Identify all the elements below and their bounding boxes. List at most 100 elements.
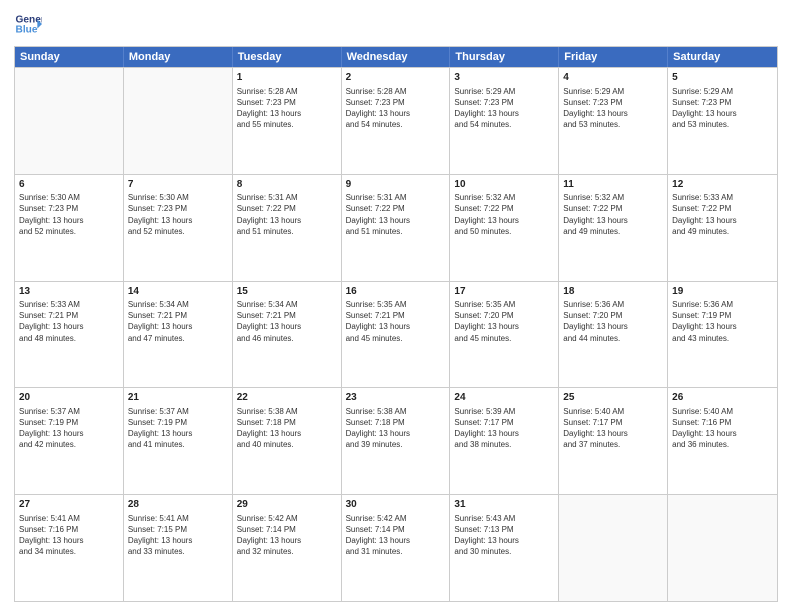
calendar-cell: 25Sunrise: 5:40 AM Sunset: 7:17 PM Dayli… — [559, 388, 668, 494]
day-detail: Sunrise: 5:29 AM Sunset: 7:23 PM Dayligh… — [672, 86, 773, 131]
day-detail: Sunrise: 5:28 AM Sunset: 7:23 PM Dayligh… — [346, 86, 446, 131]
calendar-cell: 2Sunrise: 5:28 AM Sunset: 7:23 PM Daylig… — [342, 68, 451, 174]
day-detail: Sunrise: 5:38 AM Sunset: 7:18 PM Dayligh… — [346, 406, 446, 451]
calendar-cell: 21Sunrise: 5:37 AM Sunset: 7:19 PM Dayli… — [124, 388, 233, 494]
calendar-row-3: 20Sunrise: 5:37 AM Sunset: 7:19 PM Dayli… — [15, 387, 777, 494]
day-number: 4 — [563, 71, 663, 85]
calendar-cell: 14Sunrise: 5:34 AM Sunset: 7:21 PM Dayli… — [124, 282, 233, 388]
calendar-cell: 16Sunrise: 5:35 AM Sunset: 7:21 PM Dayli… — [342, 282, 451, 388]
day-detail: Sunrise: 5:37 AM Sunset: 7:19 PM Dayligh… — [128, 406, 228, 451]
day-header-saturday: Saturday — [668, 47, 777, 67]
day-detail: Sunrise: 5:32 AM Sunset: 7:22 PM Dayligh… — [454, 192, 554, 237]
day-number: 1 — [237, 71, 337, 85]
day-number: 22 — [237, 391, 337, 405]
day-number: 17 — [454, 285, 554, 299]
day-detail: Sunrise: 5:38 AM Sunset: 7:18 PM Dayligh… — [237, 406, 337, 451]
calendar-cell: 6Sunrise: 5:30 AM Sunset: 7:23 PM Daylig… — [15, 175, 124, 281]
day-number: 13 — [19, 285, 119, 299]
calendar-cell: 9Sunrise: 5:31 AM Sunset: 7:22 PM Daylig… — [342, 175, 451, 281]
calendar-cell — [559, 495, 668, 601]
day-detail: Sunrise: 5:37 AM Sunset: 7:19 PM Dayligh… — [19, 406, 119, 451]
day-detail: Sunrise: 5:28 AM Sunset: 7:23 PM Dayligh… — [237, 86, 337, 131]
calendar-row-4: 27Sunrise: 5:41 AM Sunset: 7:16 PM Dayli… — [15, 494, 777, 601]
calendar-cell: 3Sunrise: 5:29 AM Sunset: 7:23 PM Daylig… — [450, 68, 559, 174]
day-number: 10 — [454, 178, 554, 192]
day-detail: Sunrise: 5:35 AM Sunset: 7:20 PM Dayligh… — [454, 299, 554, 344]
day-number: 25 — [563, 391, 663, 405]
day-number: 16 — [346, 285, 446, 299]
calendar-cell: 31Sunrise: 5:43 AM Sunset: 7:13 PM Dayli… — [450, 495, 559, 601]
calendar-body: 1Sunrise: 5:28 AM Sunset: 7:23 PM Daylig… — [15, 67, 777, 601]
day-detail: Sunrise: 5:34 AM Sunset: 7:21 PM Dayligh… — [237, 299, 337, 344]
calendar-cell: 27Sunrise: 5:41 AM Sunset: 7:16 PM Dayli… — [15, 495, 124, 601]
calendar-cell: 20Sunrise: 5:37 AM Sunset: 7:19 PM Dayli… — [15, 388, 124, 494]
day-detail: Sunrise: 5:33 AM Sunset: 7:22 PM Dayligh… — [672, 192, 773, 237]
calendar-cell: 13Sunrise: 5:33 AM Sunset: 7:21 PM Dayli… — [15, 282, 124, 388]
logo: General Blue — [14, 10, 42, 38]
day-number: 31 — [454, 498, 554, 512]
calendar-cell: 10Sunrise: 5:32 AM Sunset: 7:22 PM Dayli… — [450, 175, 559, 281]
calendar-cell: 17Sunrise: 5:35 AM Sunset: 7:20 PM Dayli… — [450, 282, 559, 388]
page: General Blue SundayMondayTuesdayWednesda… — [0, 0, 792, 612]
calendar-cell: 1Sunrise: 5:28 AM Sunset: 7:23 PM Daylig… — [233, 68, 342, 174]
day-header-tuesday: Tuesday — [233, 47, 342, 67]
calendar-cell — [15, 68, 124, 174]
day-number: 2 — [346, 71, 446, 85]
day-number: 24 — [454, 391, 554, 405]
calendar-row-0: 1Sunrise: 5:28 AM Sunset: 7:23 PM Daylig… — [15, 67, 777, 174]
calendar: SundayMondayTuesdayWednesdayThursdayFrid… — [14, 46, 778, 602]
day-detail: Sunrise: 5:31 AM Sunset: 7:22 PM Dayligh… — [237, 192, 337, 237]
day-detail: Sunrise: 5:29 AM Sunset: 7:23 PM Dayligh… — [454, 86, 554, 131]
day-detail: Sunrise: 5:35 AM Sunset: 7:21 PM Dayligh… — [346, 299, 446, 344]
day-header-friday: Friday — [559, 47, 668, 67]
day-detail: Sunrise: 5:33 AM Sunset: 7:21 PM Dayligh… — [19, 299, 119, 344]
calendar-cell — [124, 68, 233, 174]
calendar-cell: 30Sunrise: 5:42 AM Sunset: 7:14 PM Dayli… — [342, 495, 451, 601]
calendar-cell: 11Sunrise: 5:32 AM Sunset: 7:22 PM Dayli… — [559, 175, 668, 281]
day-detail: Sunrise: 5:41 AM Sunset: 7:15 PM Dayligh… — [128, 513, 228, 558]
day-number: 27 — [19, 498, 119, 512]
calendar-cell: 23Sunrise: 5:38 AM Sunset: 7:18 PM Dayli… — [342, 388, 451, 494]
calendar-cell: 8Sunrise: 5:31 AM Sunset: 7:22 PM Daylig… — [233, 175, 342, 281]
calendar-cell: 4Sunrise: 5:29 AM Sunset: 7:23 PM Daylig… — [559, 68, 668, 174]
day-header-monday: Monday — [124, 47, 233, 67]
header: General Blue — [14, 10, 778, 38]
day-detail: Sunrise: 5:31 AM Sunset: 7:22 PM Dayligh… — [346, 192, 446, 237]
day-number: 12 — [672, 178, 773, 192]
day-detail: Sunrise: 5:42 AM Sunset: 7:14 PM Dayligh… — [237, 513, 337, 558]
day-number: 5 — [672, 71, 773, 85]
day-number: 29 — [237, 498, 337, 512]
day-detail: Sunrise: 5:41 AM Sunset: 7:16 PM Dayligh… — [19, 513, 119, 558]
calendar-cell: 15Sunrise: 5:34 AM Sunset: 7:21 PM Dayli… — [233, 282, 342, 388]
day-number: 9 — [346, 178, 446, 192]
day-number: 30 — [346, 498, 446, 512]
day-number: 19 — [672, 285, 773, 299]
day-number: 3 — [454, 71, 554, 85]
day-detail: Sunrise: 5:36 AM Sunset: 7:20 PM Dayligh… — [563, 299, 663, 344]
calendar-cell: 5Sunrise: 5:29 AM Sunset: 7:23 PM Daylig… — [668, 68, 777, 174]
calendar-cell: 28Sunrise: 5:41 AM Sunset: 7:15 PM Dayli… — [124, 495, 233, 601]
logo-icon: General Blue — [14, 10, 42, 38]
calendar-cell: 29Sunrise: 5:42 AM Sunset: 7:14 PM Dayli… — [233, 495, 342, 601]
day-number: 8 — [237, 178, 337, 192]
calendar-cell: 19Sunrise: 5:36 AM Sunset: 7:19 PM Dayli… — [668, 282, 777, 388]
day-detail: Sunrise: 5:34 AM Sunset: 7:21 PM Dayligh… — [128, 299, 228, 344]
day-header-thursday: Thursday — [450, 47, 559, 67]
day-detail: Sunrise: 5:39 AM Sunset: 7:17 PM Dayligh… — [454, 406, 554, 451]
day-detail: Sunrise: 5:30 AM Sunset: 7:23 PM Dayligh… — [128, 192, 228, 237]
day-number: 6 — [19, 178, 119, 192]
day-number: 18 — [563, 285, 663, 299]
svg-text:Blue: Blue — [16, 25, 38, 36]
calendar-cell: 7Sunrise: 5:30 AM Sunset: 7:23 PM Daylig… — [124, 175, 233, 281]
calendar-cell: 24Sunrise: 5:39 AM Sunset: 7:17 PM Dayli… — [450, 388, 559, 494]
day-detail: Sunrise: 5:42 AM Sunset: 7:14 PM Dayligh… — [346, 513, 446, 558]
calendar-row-1: 6 Sunrise: 5:30 AM Sunset: 7:23 PM Daylig… — [15, 174, 777, 281]
calendar-cell: 18Sunrise: 5:36 AM Sunset: 7:20 PM Dayli… — [559, 282, 668, 388]
day-number: 23 — [346, 391, 446, 405]
day-number: 20 — [19, 391, 119, 405]
day-header-wednesday: Wednesday — [342, 47, 451, 67]
day-detail: Sunrise: 5:29 AM Sunset: 7:23 PM Dayligh… — [563, 86, 663, 131]
day-header-sunday: Sunday — [15, 47, 124, 67]
day-number: 26 — [672, 391, 773, 405]
day-number: 11 — [563, 178, 663, 192]
